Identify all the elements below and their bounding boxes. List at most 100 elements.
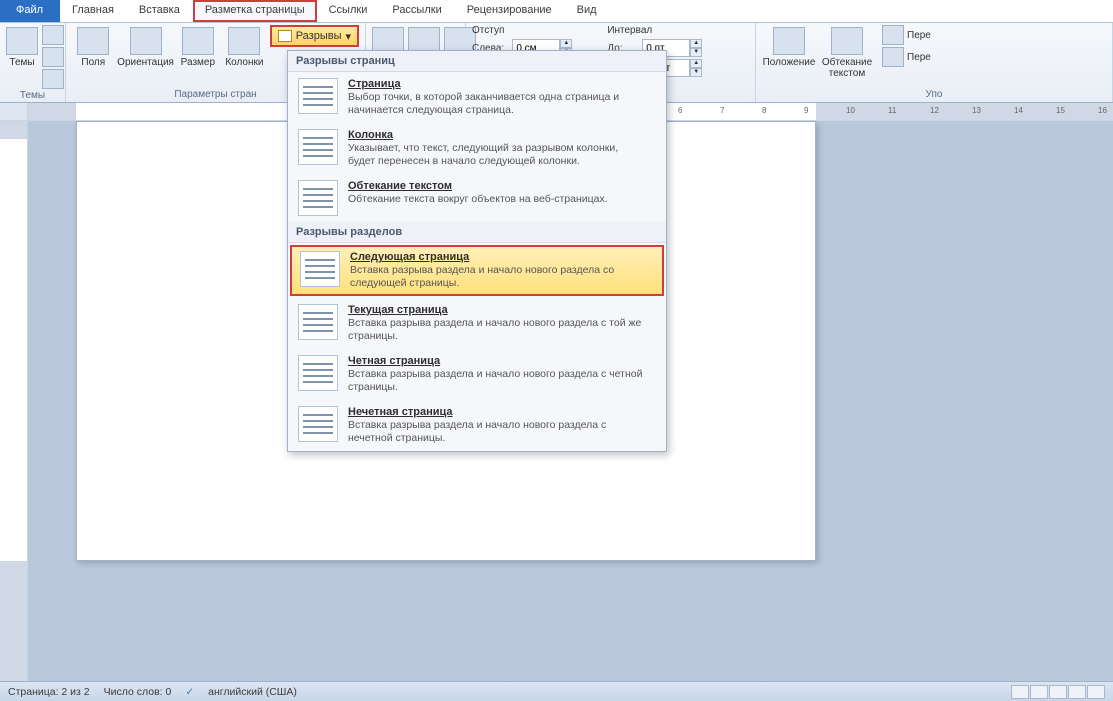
spin-up-icon[interactable]: ▲ <box>560 39 572 48</box>
themes-icon <box>6 27 38 55</box>
spin-down-icon[interactable]: ▼ <box>690 48 702 57</box>
gallery-item-desc: Выбор точки, в которой заканчивается одн… <box>348 91 648 117</box>
ruler-tick: 8 <box>762 106 766 115</box>
gallery-item-title: Следующая страница <box>350 251 650 263</box>
gallery-item-title: Нечетная страница <box>348 406 648 418</box>
text-wrap-icon <box>831 27 863 55</box>
tab-mailings[interactable]: Рассылки <box>380 0 454 22</box>
ruler-tick: 16 <box>1098 106 1107 115</box>
ruler-tick: 6 <box>678 106 682 115</box>
gallery-item-continuous[interactable]: Текущая страницаВставка разрыва раздела … <box>288 298 666 349</box>
status-word-count[interactable]: Число слов: 0 <box>104 686 172 698</box>
position-icon <box>773 27 805 55</box>
view-print-layout-button[interactable] <box>1011 685 1029 699</box>
orientation-button[interactable]: Ориентация <box>119 25 173 68</box>
view-full-screen-button[interactable] <box>1030 685 1048 699</box>
margins-icon <box>77 27 109 55</box>
columns-button[interactable]: Колонки <box>223 25 266 68</box>
even-page-section-icon <box>298 355 338 391</box>
theme-colors-button[interactable] <box>42 25 64 45</box>
ruler-tick: 13 <box>972 106 981 115</box>
tab-review[interactable]: Рецензирование <box>455 0 565 22</box>
gallery-item-desc: Вставка разрыва раздела и начало нового … <box>350 264 650 290</box>
themes-button[interactable]: Темы <box>6 25 38 68</box>
spin-up-icon[interactable]: ▲ <box>690 39 702 48</box>
ruler-tick: 12 <box>930 106 939 115</box>
spellcheck-icon[interactable]: ✓ <box>185 686 194 698</box>
orientation-icon <box>130 27 162 55</box>
columns-label: Колонки <box>225 57 263 68</box>
ruler-tick: 9 <box>804 106 808 115</box>
continuous-section-icon <box>298 304 338 340</box>
ruler-tick: 15 <box>1056 106 1065 115</box>
gallery-item-desc: Вставка разрыва раздела и начало нового … <box>348 317 648 343</box>
status-language[interactable]: английский (США) <box>208 686 297 698</box>
theme-effects-button[interactable] <box>42 69 64 89</box>
breaks-button[interactable]: Разрывы ▾ <box>270 25 359 47</box>
gallery-item-title: Четная страница <box>348 355 648 367</box>
gallery-item-desc: Вставка разрыва раздела и начало нового … <box>348 368 648 394</box>
tab-insert[interactable]: Вставка <box>127 0 193 22</box>
size-button[interactable]: Размер <box>177 25 220 68</box>
ruler-tick: 7 <box>720 106 724 115</box>
breaks-gallery: Разрывы страниц СтраницаВыбор точки, в к… <box>287 50 667 452</box>
bring-forward-button[interactable] <box>882 25 904 45</box>
columns-icon <box>228 27 260 55</box>
gallery-item-column[interactable]: КолонкаУказывает, что текст, следующий з… <box>288 123 666 174</box>
next-page-section-icon <box>300 251 340 287</box>
size-label: Размер <box>181 57 215 68</box>
themes-label: Темы <box>9 57 34 68</box>
view-web-layout-button[interactable] <box>1049 685 1067 699</box>
tab-references[interactable]: Ссылки <box>317 0 381 22</box>
gallery-item-next-page[interactable]: Следующая страницаВставка разрыва раздел… <box>290 245 664 296</box>
size-icon <box>182 27 214 55</box>
vertical-ruler[interactable] <box>0 121 28 681</box>
gallery-item-text-wrap[interactable]: Обтекание текстомОбтекание текста вокруг… <box>288 174 666 222</box>
ruler-tick: 11 <box>888 106 896 115</box>
tab-home[interactable]: Главная <box>60 0 127 22</box>
gallery-item-page[interactable]: СтраницаВыбор точки, в которой заканчива… <box>288 72 666 123</box>
breaks-label: Разрывы <box>296 30 342 42</box>
view-draft-button[interactable] <box>1087 685 1105 699</box>
spin-up-icon[interactable]: ▲ <box>690 59 702 68</box>
view-buttons <box>1011 685 1105 699</box>
ruler-tick: 14 <box>1014 106 1023 115</box>
send-backward-label: Пере <box>907 52 931 63</box>
text-wrap-button[interactable]: Обтекание текстом <box>820 25 874 79</box>
position-label: Положение <box>763 57 816 68</box>
gallery-item-even-page[interactable]: Четная страницаВставка разрыва раздела и… <box>288 349 666 400</box>
gallery-item-title: Текущая страница <box>348 304 648 316</box>
margins-button[interactable]: Поля <box>72 25 115 68</box>
wrap-break-icon <box>298 180 338 216</box>
spacing-title: Интервал <box>607 25 719 36</box>
odd-page-section-icon <box>298 406 338 442</box>
gallery-item-title: Колонка <box>348 129 648 141</box>
breaks-icon <box>278 30 292 42</box>
tab-view[interactable]: Вид <box>565 0 610 22</box>
status-bar: Страница: 2 из 2 Число слов: 0 ✓ английс… <box>0 681 1113 701</box>
gallery-header-section-breaks: Разрывы разделов <box>288 222 666 243</box>
orientation-label: Ориентация <box>117 57 174 68</box>
gallery-item-desc: Обтекание текста вокруг объектов на веб-… <box>348 193 608 206</box>
send-backward-button[interactable] <box>882 47 904 67</box>
ruler-corner <box>0 103 28 120</box>
tab-page-layout[interactable]: Разметка страницы <box>193 0 317 22</box>
text-wrap-label: Обтекание текстом <box>822 57 872 79</box>
gallery-header-page-breaks: Разрывы страниц <box>288 51 666 72</box>
margins-label: Поля <box>81 57 105 68</box>
gallery-item-desc: Вставка разрыва раздела и начало нового … <box>348 419 648 445</box>
tab-file[interactable]: Файл <box>0 0 60 22</box>
arrange-group-label: Упо <box>762 88 1106 102</box>
view-outline-button[interactable] <box>1068 685 1086 699</box>
gallery-item-desc: Указывает, что текст, следующий за разры… <box>348 142 648 168</box>
gallery-item-odd-page[interactable]: Нечетная страницаВставка разрыва раздела… <box>288 400 666 451</box>
themes-group-label: Темы <box>6 89 59 103</box>
position-button[interactable]: Положение <box>762 25 816 68</box>
theme-fonts-button[interactable] <box>42 47 64 67</box>
bring-forward-label: Пере <box>907 30 931 41</box>
status-page[interactable]: Страница: 2 из 2 <box>8 686 90 698</box>
spin-down-icon[interactable]: ▼ <box>690 68 702 77</box>
indent-title: Отступ <box>472 25 589 36</box>
ruler-tick: 10 <box>846 106 855 115</box>
tab-bar: Файл Главная Вставка Разметка страницы С… <box>0 0 1113 23</box>
